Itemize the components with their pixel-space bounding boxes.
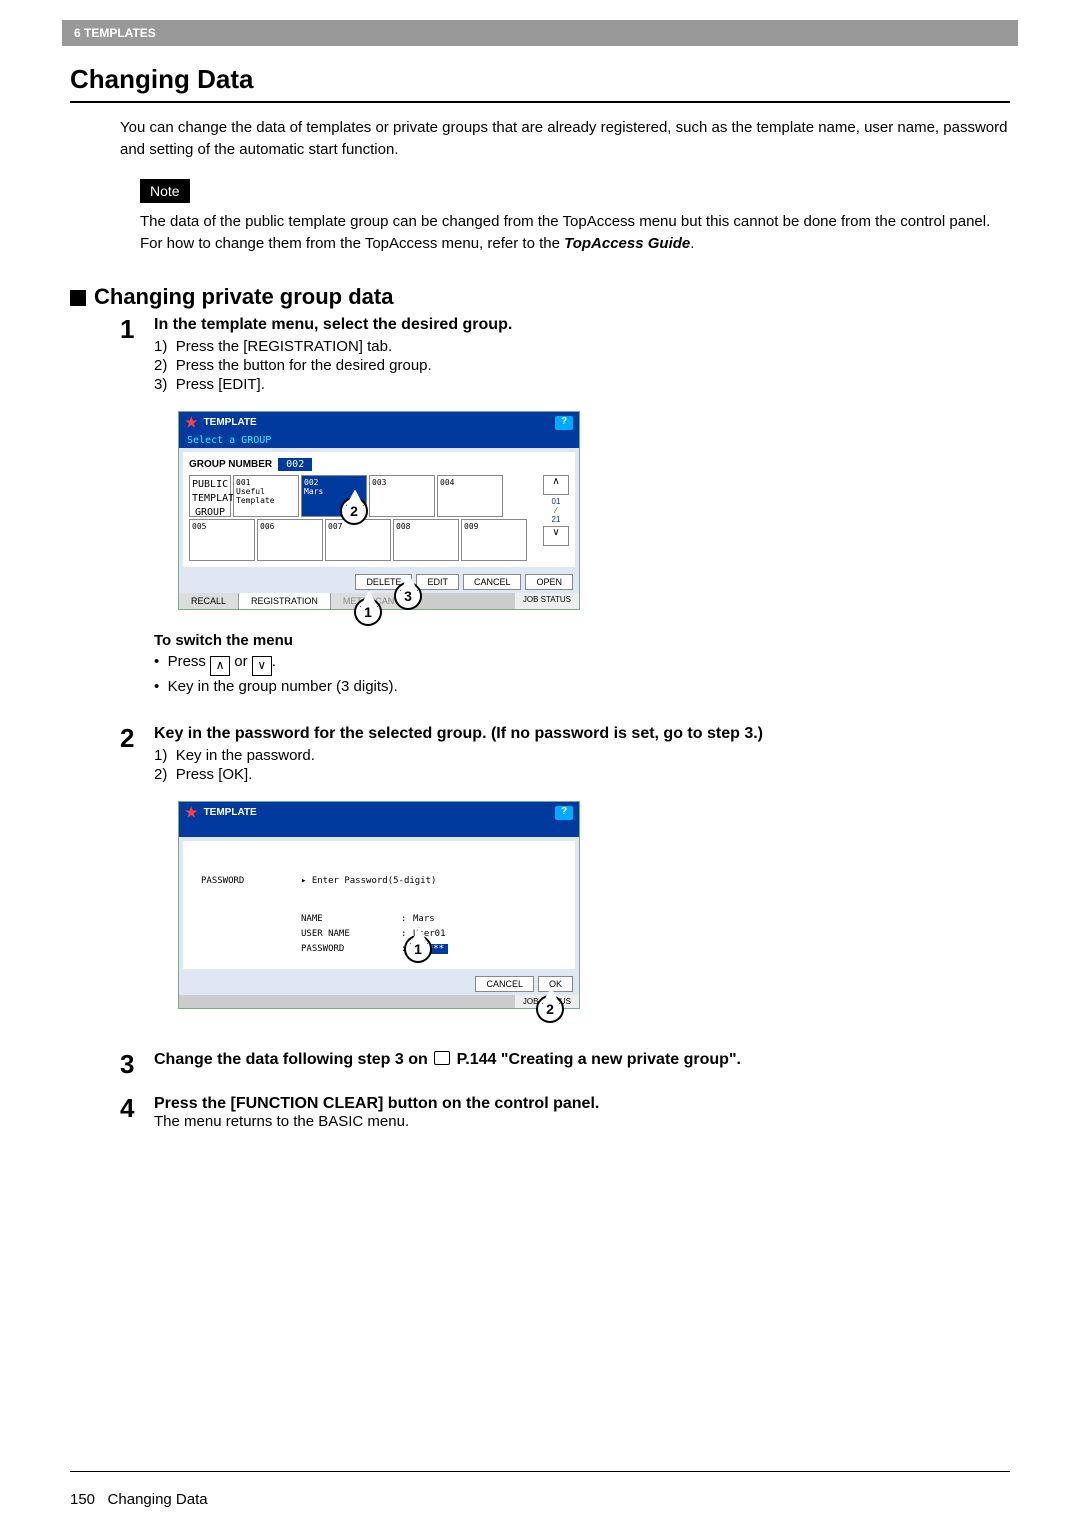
chapter-header: 6 TEMPLATES — [62, 20, 1018, 46]
switch-item: • Key in the group number (3 digits). — [154, 678, 1010, 695]
step-number-4: 4 — [120, 1095, 154, 1130]
page-title: Changing Data — [70, 64, 1010, 95]
help-icon[interactable]: ? — [555, 806, 573, 820]
group-cell-006[interactable]: 006 — [257, 519, 323, 561]
step1-item: 2) Press the button for the desired grou… — [154, 357, 1010, 374]
star-icon: ★ — [185, 804, 198, 821]
switch-menu-heading: To switch the menu — [154, 632, 1010, 649]
callout-2-icon: 2 — [536, 995, 564, 1023]
password-field-label: PASSWORD — [301, 944, 401, 954]
step2-item: 1) Key in the password. — [154, 747, 1010, 764]
group-cell-public[interactable]: PUBLIC TEMPLATE GROUP — [189, 475, 231, 517]
step2-title: Key in the password for the selected gro… — [154, 725, 1010, 743]
help-icon[interactable]: ? — [555, 416, 573, 430]
password-label: PASSWORD — [201, 876, 301, 886]
step4-body: The menu returns to the BASIC menu. — [154, 1113, 1010, 1130]
group-cell-003[interactable]: 003 — [369, 475, 435, 517]
group-number-field[interactable]: 002 — [278, 458, 312, 471]
name-value: Mars — [413, 914, 435, 924]
note-label: Note — [140, 179, 190, 203]
group-cell-009[interactable]: 009 — [461, 519, 527, 561]
group-number-label: GROUP NUMBER — [189, 459, 272, 470]
username-label: USER NAME — [301, 929, 401, 939]
open-button[interactable]: OPEN — [525, 574, 573, 590]
group-cell-001[interactable]: 001Useful Template — [233, 475, 299, 517]
step-number-2: 2 — [120, 725, 154, 1021]
ok-button[interactable]: OK — [538, 976, 573, 992]
step-number-1: 1 — [120, 316, 154, 703]
down-arrow-icon: ∨ — [252, 656, 272, 676]
step2-item: 2) Press [OK]. — [154, 766, 1010, 783]
template-select-screen: ★ TEMPLATE ? Select a GROUP GROUP NUMBER… — [178, 411, 580, 610]
password-hint: ▸ Enter Password(5-digit) — [301, 876, 436, 886]
step3-title: Change the data following step 3 on P.14… — [154, 1051, 1010, 1069]
page-indicator: 01⁄21 — [543, 497, 569, 524]
callout-1-icon: 1 — [354, 598, 382, 626]
step1-item: 1) Press the [REGISTRATION] tab. — [154, 338, 1010, 355]
page-footer: 150 Changing Data — [70, 1491, 208, 1508]
up-arrow-icon: ∧ — [210, 656, 230, 676]
step1-item: 3) Press [EDIT]. — [154, 376, 1010, 393]
group-cell-007[interactable]: 007 — [325, 519, 391, 561]
section-heading: Changing private group data — [70, 284, 1010, 310]
cancel-button[interactable]: CANCEL — [475, 976, 534, 992]
star-icon: ★ — [185, 414, 198, 431]
intro-text: You can change the data of templates or … — [120, 117, 1010, 161]
page-ref-icon — [434, 1051, 450, 1065]
square-bullet-icon — [70, 290, 86, 306]
step1-title: In the template menu, select the desired… — [154, 316, 1010, 334]
switch-item: • Press ∧ or ∨. — [154, 653, 1010, 676]
job-status-button[interactable]: JOB STATUS — [515, 593, 579, 609]
password-entry-screen: ★ TEMPLATE ? PASSWORD▸ Enter Password(5-… — [178, 801, 580, 1009]
tab-registration[interactable]: REGISTRATION — [239, 593, 331, 609]
step4-title: Press the [FUNCTION CLEAR] button on the… — [154, 1095, 1010, 1113]
edit-button[interactable]: EDIT — [416, 574, 459, 590]
cancel-button[interactable]: CANCEL — [463, 574, 522, 590]
group-cell-005[interactable]: 005 — [189, 519, 255, 561]
scroll-down-button[interactable]: ∨ — [543, 526, 569, 546]
group-cell-004[interactable]: 004 — [437, 475, 503, 517]
name-label: NAME — [301, 914, 401, 924]
group-cell-008[interactable]: 008 — [393, 519, 459, 561]
screen-subtitle: Select a GROUP — [179, 433, 579, 448]
tab-recall[interactable]: RECALL — [179, 593, 239, 609]
step-number-3: 3 — [120, 1051, 154, 1077]
note-text: The data of the public template group ca… — [140, 211, 1010, 255]
scroll-up-button[interactable]: ∧ — [543, 475, 569, 495]
